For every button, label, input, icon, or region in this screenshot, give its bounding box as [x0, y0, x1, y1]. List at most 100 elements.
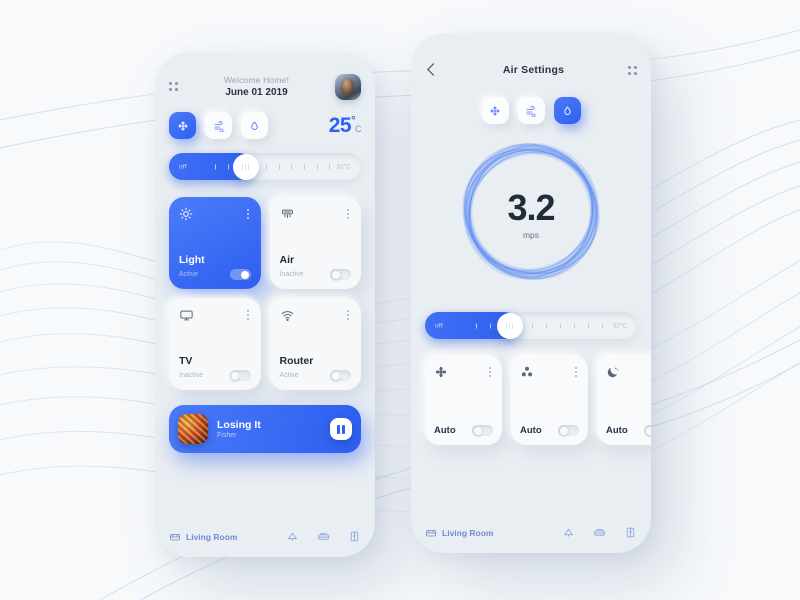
airflow-gauge: 3.2 mps	[425, 128, 637, 298]
device-toggle[interactable]	[330, 269, 351, 280]
background-waves	[0, 29, 800, 600]
music-player[interactable]: Losing It Fisher	[169, 405, 361, 453]
move-cross-icon	[490, 106, 500, 115]
lamp-icon[interactable]	[562, 526, 575, 539]
bed-icon[interactable]	[593, 526, 606, 539]
ac-icon	[281, 209, 293, 219]
fan-icon	[435, 366, 447, 378]
slider-max-label: 32°C	[336, 163, 351, 170]
auto-mode-cards: Auto Auto Auto	[425, 355, 651, 445]
phone-right: Air Settings 3.2 mps off 32°C Auto Auto …	[411, 33, 651, 553]
nav-room-label: Living Room	[442, 527, 494, 538]
auto-label: Auto	[434, 425, 456, 436]
device-grid: Light Active Air Inactive TV Inactive Ro…	[169, 197, 361, 390]
card-menu-icon[interactable]	[573, 365, 579, 379]
slider-ticks	[475, 323, 604, 328]
mode-button-move[interactable]	[481, 97, 509, 124]
card-menu-icon[interactable]	[245, 308, 251, 322]
slider-thumb[interactable]	[232, 153, 259, 180]
mode-button-humidity[interactable]	[241, 112, 268, 139]
device-card-air[interactable]: Air Inactive	[269, 197, 361, 289]
gauge-unit: mps	[522, 229, 540, 240]
nav-room[interactable]: Living Room	[425, 527, 493, 539]
card-menu-icon[interactable]	[245, 207, 251, 221]
avatar[interactable]	[335, 73, 361, 100]
nav-room[interactable]: Living Room	[169, 531, 237, 543]
device-toggle[interactable]	[330, 370, 351, 381]
droplet-icon	[563, 106, 571, 115]
device-name: TV	[179, 355, 193, 367]
temperature-display: 25°C	[328, 113, 362, 138]
greeting-text: Welcome Home!	[223, 75, 290, 85]
back-chevron-icon[interactable]	[425, 63, 439, 77]
device-status: Inactive	[279, 271, 304, 278]
device-status: Active	[279, 372, 299, 379]
gauge-value: 3.2	[507, 186, 555, 228]
app-mockup-scene: Welcome Home! June 01 2019 25°C off 32°C…	[0, 0, 800, 600]
mode-button-wind[interactable]	[517, 97, 545, 124]
recycle-icon	[521, 366, 533, 377]
device-toggle[interactable]	[229, 269, 251, 280]
right-mode-buttons	[425, 97, 637, 124]
song-title: Losing It	[217, 419, 261, 431]
moon-icon	[607, 367, 619, 378]
sofa-icon	[170, 533, 180, 540]
device-status: Inactive	[179, 372, 204, 379]
wind-icon	[526, 105, 536, 117]
temperature-slider-left[interactable]: off 32°C	[169, 153, 361, 180]
bed-icon[interactable]	[317, 530, 330, 543]
grid-dots-icon[interactable]	[169, 82, 178, 91]
slider-thumb[interactable]	[496, 312, 523, 339]
wifi-icon	[281, 311, 293, 321]
wardrobe-icon[interactable]	[348, 530, 361, 543]
auto-label: Auto	[520, 425, 542, 436]
device-status: Active	[179, 271, 199, 278]
slider-off-label: off	[435, 322, 444, 329]
auto-label: Auto	[606, 425, 628, 436]
tv-icon	[180, 310, 193, 321]
right-header: Air Settings	[425, 33, 637, 85]
lamp-icon[interactable]	[286, 530, 299, 543]
auto-card-recycle[interactable]: Auto	[511, 355, 588, 445]
droplet-icon	[251, 121, 258, 130]
wind-icon	[214, 120, 223, 132]
slider-off-label: off	[179, 163, 188, 170]
move-cross-icon	[178, 121, 187, 130]
sun-icon	[179, 207, 193, 221]
sofa-icon	[426, 529, 436, 536]
auto-card-fan[interactable]: Auto	[425, 355, 502, 445]
pause-button[interactable]	[330, 418, 352, 440]
auto-toggle[interactable]	[472, 425, 493, 436]
song-artist: Fisher	[217, 432, 237, 439]
slider-max-label: 32°C	[612, 322, 627, 329]
card-menu-icon[interactable]	[345, 207, 351, 221]
device-name: Air	[279, 254, 295, 266]
left-header: Welcome Home! June 01 2019	[169, 52, 361, 104]
mode-button-humidity[interactable]	[553, 97, 581, 124]
bottom-nav-right: Living Room	[425, 526, 637, 539]
bottom-nav-left: Living Room	[169, 530, 361, 543]
grid-dots-icon[interactable]	[627, 65, 637, 75]
mode-button-wind[interactable]	[205, 112, 232, 139]
device-card-tv[interactable]: TV Inactive	[169, 298, 261, 390]
temperature-slider-right[interactable]: off 32°C	[425, 312, 637, 339]
device-card-light[interactable]: Light Active	[169, 197, 261, 289]
auto-toggle[interactable]	[644, 425, 651, 436]
device-card-router[interactable]: Router Active	[269, 298, 361, 390]
device-toggle[interactable]	[229, 370, 251, 381]
page-title: Air Settings	[502, 64, 565, 76]
wardrobe-icon[interactable]	[624, 526, 637, 539]
auto-toggle[interactable]	[558, 425, 579, 436]
device-name: Router	[279, 355, 314, 367]
nav-room-label: Living Room	[186, 531, 238, 542]
auto-card-night[interactable]: Auto	[597, 355, 651, 445]
left-mode-buttons: 25°C	[169, 112, 362, 139]
card-menu-icon[interactable]	[345, 308, 351, 322]
temperature-value: 25	[328, 113, 352, 137]
album-cover	[178, 414, 208, 444]
card-menu-icon[interactable]	[487, 365, 493, 379]
device-name: Light	[179, 254, 205, 266]
mode-button-move[interactable]	[169, 112, 196, 139]
temperature-unit: C	[355, 123, 362, 134]
date-text: June 01 2019	[225, 87, 288, 98]
